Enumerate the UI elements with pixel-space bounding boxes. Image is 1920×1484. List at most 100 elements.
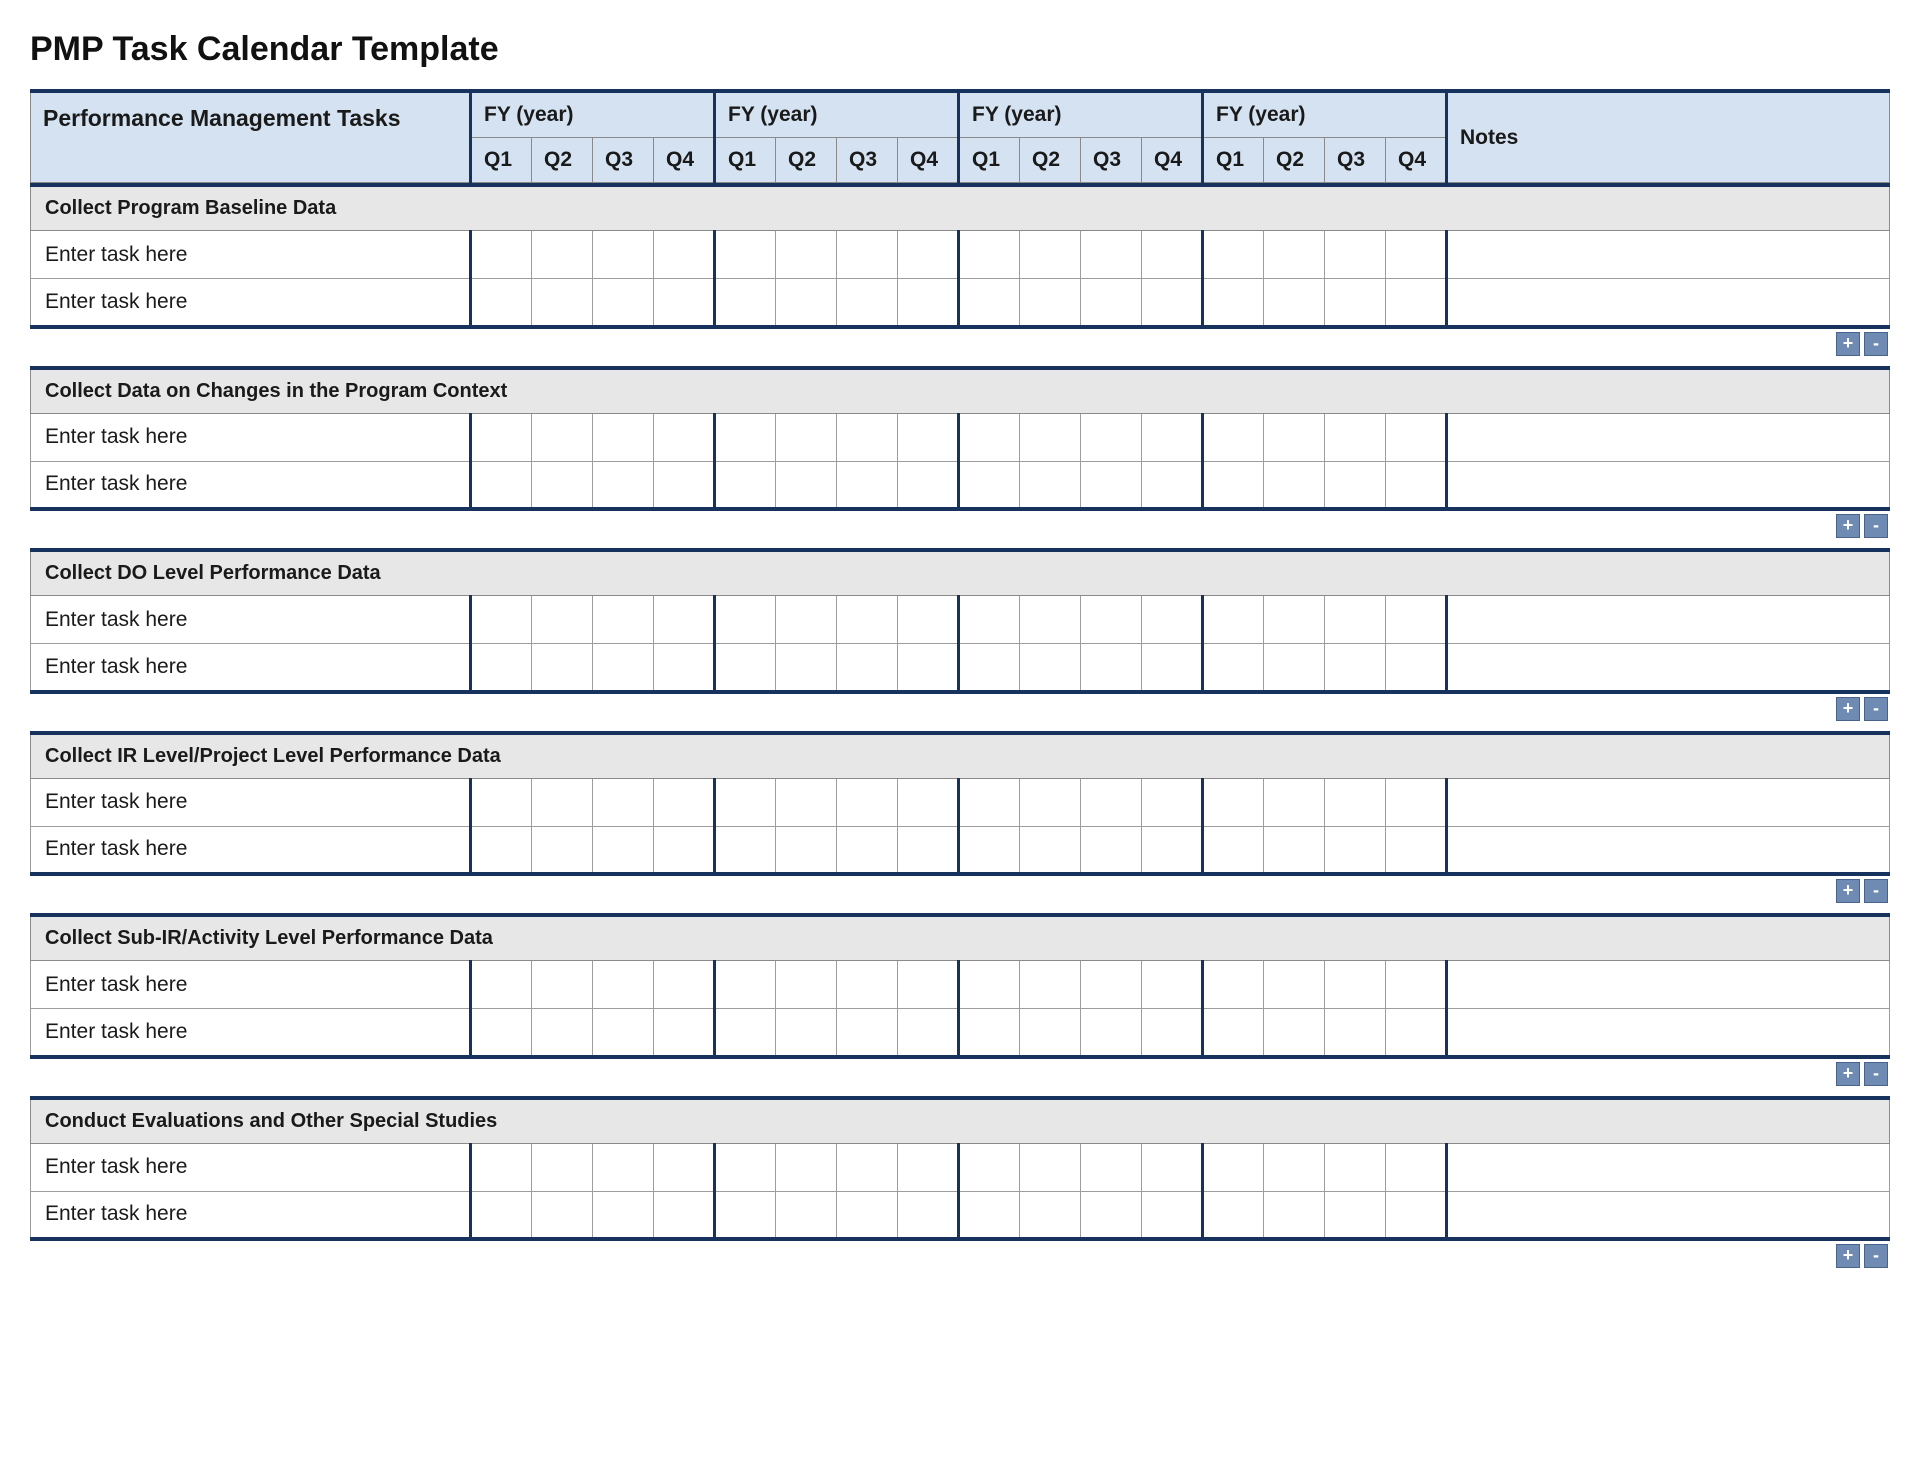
- quarter-cell[interactable]: [1081, 826, 1142, 874]
- remove-row-button[interactable]: -: [1864, 879, 1888, 903]
- quarter-cell[interactable]: [1386, 279, 1447, 327]
- quarter-cell[interactable]: [593, 1143, 654, 1191]
- remove-row-button[interactable]: -: [1864, 332, 1888, 356]
- quarter-cell[interactable]: [654, 644, 715, 692]
- quarter-cell[interactable]: [1386, 231, 1447, 279]
- quarter-cell[interactable]: [959, 596, 1020, 644]
- quarter-cell[interactable]: [1386, 1143, 1447, 1191]
- quarter-cell[interactable]: [715, 1009, 776, 1057]
- quarter-cell[interactable]: [776, 279, 837, 327]
- quarter-cell[interactable]: [654, 461, 715, 509]
- quarter-cell[interactable]: [1020, 596, 1081, 644]
- quarter-cell[interactable]: [837, 1143, 898, 1191]
- quarter-cell[interactable]: [471, 1143, 532, 1191]
- quarter-cell[interactable]: [1020, 1143, 1081, 1191]
- quarter-cell[interactable]: [776, 413, 837, 461]
- quarter-cell[interactable]: [1264, 461, 1325, 509]
- quarter-cell[interactable]: [776, 461, 837, 509]
- quarter-cell[interactable]: [898, 1191, 959, 1239]
- quarter-cell[interactable]: [898, 1009, 959, 1057]
- notes-cell[interactable]: [1447, 778, 1890, 826]
- quarter-cell[interactable]: [1386, 596, 1447, 644]
- quarter-cell[interactable]: [471, 644, 532, 692]
- quarter-cell[interactable]: [776, 826, 837, 874]
- notes-cell[interactable]: [1447, 1009, 1890, 1057]
- quarter-cell[interactable]: [959, 231, 1020, 279]
- quarter-cell[interactable]: [1142, 1143, 1203, 1191]
- quarter-cell[interactable]: [1325, 596, 1386, 644]
- quarter-cell[interactable]: [1020, 826, 1081, 874]
- notes-cell[interactable]: [1447, 644, 1890, 692]
- quarter-cell[interactable]: [1020, 279, 1081, 327]
- quarter-cell[interactable]: [1142, 961, 1203, 1009]
- quarter-cell[interactable]: [837, 231, 898, 279]
- quarter-cell[interactable]: [898, 231, 959, 279]
- quarter-cell[interactable]: [471, 279, 532, 327]
- quarter-cell[interactable]: [715, 461, 776, 509]
- task-cell[interactable]: Enter task here: [31, 279, 471, 327]
- quarter-cell[interactable]: [898, 461, 959, 509]
- quarter-cell[interactable]: [837, 961, 898, 1009]
- quarter-cell[interactable]: [1203, 231, 1264, 279]
- quarter-cell[interactable]: [1142, 826, 1203, 874]
- quarter-cell[interactable]: [959, 413, 1020, 461]
- remove-row-button[interactable]: -: [1864, 697, 1888, 721]
- quarter-cell[interactable]: [837, 461, 898, 509]
- quarter-cell[interactable]: [1386, 826, 1447, 874]
- quarter-cell[interactable]: [1142, 1191, 1203, 1239]
- add-row-button[interactable]: +: [1836, 879, 1860, 903]
- quarter-cell[interactable]: [776, 644, 837, 692]
- quarter-cell[interactable]: [959, 826, 1020, 874]
- quarter-cell[interactable]: [1081, 1191, 1142, 1239]
- quarter-cell[interactable]: [1081, 461, 1142, 509]
- quarter-cell[interactable]: [959, 1009, 1020, 1057]
- quarter-cell[interactable]: [1203, 826, 1264, 874]
- quarter-cell[interactable]: [715, 1143, 776, 1191]
- task-cell[interactable]: Enter task here: [31, 1009, 471, 1057]
- quarter-cell[interactable]: [776, 778, 837, 826]
- add-row-button[interactable]: +: [1836, 514, 1860, 538]
- quarter-cell[interactable]: [532, 461, 593, 509]
- quarter-cell[interactable]: [1325, 461, 1386, 509]
- quarter-cell[interactable]: [1264, 961, 1325, 1009]
- quarter-cell[interactable]: [471, 778, 532, 826]
- quarter-cell[interactable]: [593, 961, 654, 1009]
- quarter-cell[interactable]: [532, 1009, 593, 1057]
- quarter-cell[interactable]: [471, 826, 532, 874]
- notes-cell[interactable]: [1447, 413, 1890, 461]
- notes-cell[interactable]: [1447, 279, 1890, 327]
- quarter-cell[interactable]: [715, 413, 776, 461]
- quarter-cell[interactable]: [1325, 778, 1386, 826]
- quarter-cell[interactable]: [532, 961, 593, 1009]
- quarter-cell[interactable]: [715, 778, 776, 826]
- quarter-cell[interactable]: [1203, 279, 1264, 327]
- quarter-cell[interactable]: [776, 231, 837, 279]
- quarter-cell[interactable]: [1081, 644, 1142, 692]
- quarter-cell[interactable]: [1203, 961, 1264, 1009]
- notes-cell[interactable]: [1447, 461, 1890, 509]
- quarter-cell[interactable]: [532, 413, 593, 461]
- quarter-cell[interactable]: [1142, 778, 1203, 826]
- quarter-cell[interactable]: [837, 413, 898, 461]
- quarter-cell[interactable]: [1325, 961, 1386, 1009]
- task-cell[interactable]: Enter task here: [31, 596, 471, 644]
- quarter-cell[interactable]: [776, 596, 837, 644]
- add-row-button[interactable]: +: [1836, 332, 1860, 356]
- quarter-cell[interactable]: [654, 1191, 715, 1239]
- quarter-cell[interactable]: [898, 644, 959, 692]
- quarter-cell[interactable]: [593, 1009, 654, 1057]
- task-cell[interactable]: Enter task here: [31, 1143, 471, 1191]
- quarter-cell[interactable]: [1264, 596, 1325, 644]
- quarter-cell[interactable]: [1325, 1143, 1386, 1191]
- quarter-cell[interactable]: [471, 1009, 532, 1057]
- quarter-cell[interactable]: [1264, 778, 1325, 826]
- quarter-cell[interactable]: [532, 279, 593, 327]
- quarter-cell[interactable]: [1325, 1191, 1386, 1239]
- remove-row-button[interactable]: -: [1864, 514, 1888, 538]
- add-row-button[interactable]: +: [1836, 1244, 1860, 1268]
- quarter-cell[interactable]: [715, 231, 776, 279]
- quarter-cell[interactable]: [1203, 1009, 1264, 1057]
- quarter-cell[interactable]: [654, 1143, 715, 1191]
- notes-cell[interactable]: [1447, 1143, 1890, 1191]
- quarter-cell[interactable]: [471, 596, 532, 644]
